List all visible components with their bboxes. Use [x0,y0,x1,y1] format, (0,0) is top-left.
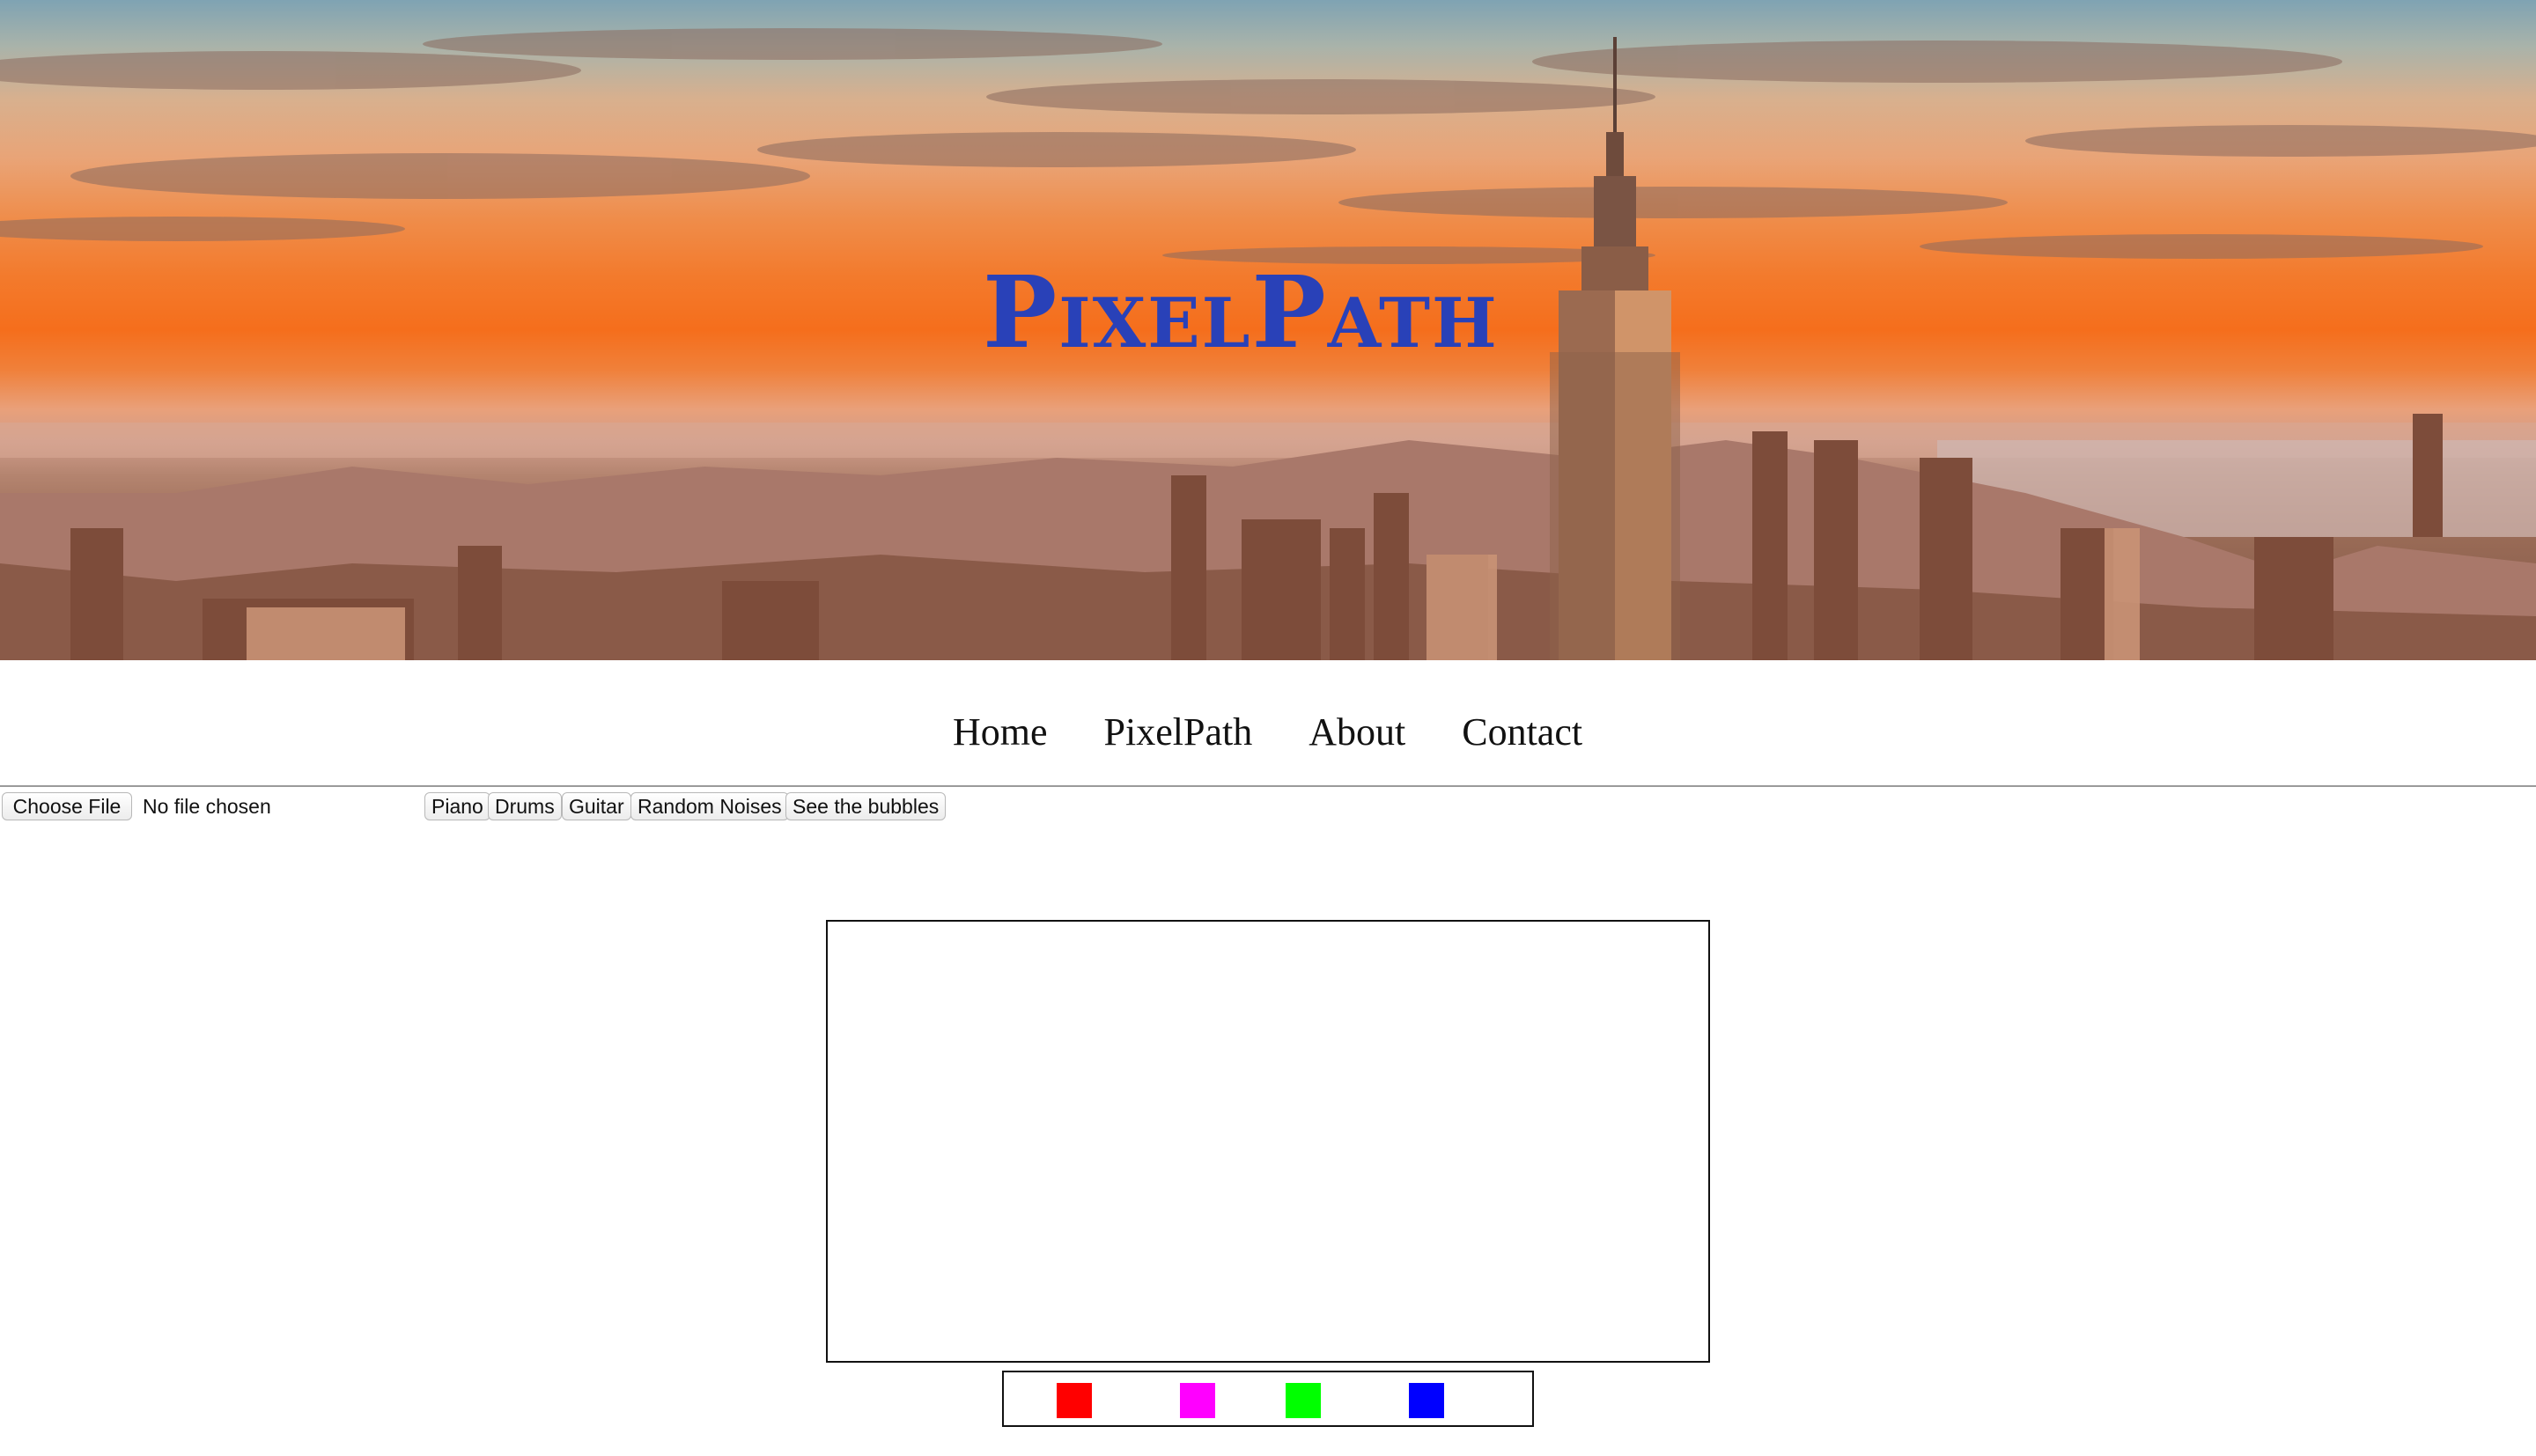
guitar-button[interactable]: Guitar [562,792,631,820]
nav-item-contact[interactable]: Contact [1462,713,1582,752]
file-status-text: No file chosen [143,795,271,818]
main-nav: Home PixelPath About Contact [0,660,2536,787]
page: PixelPath Home PixelPath About Contact C… [0,0,2536,1456]
clouds [0,28,2536,264]
drums-button[interactable]: Drums [488,792,562,820]
site-title: PixelPath [983,255,1499,371]
nav-item-about[interactable]: About [1309,713,1405,752]
color-swatch-green[interactable] [1286,1383,1321,1418]
piano-button[interactable]: Piano [424,792,490,820]
drawing-canvas[interactable] [826,920,1710,1363]
choose-file-button[interactable]: Choose File [2,792,132,820]
controls-bar: Choose File No file chosen Piano Drums G… [0,792,2536,827]
nav-item-home[interactable]: Home [953,713,1048,752]
nav-item-pixelpath[interactable]: PixelPath [1104,713,1253,752]
nav-list: Home PixelPath About Contact [953,713,1639,752]
random-noises-button[interactable]: Random Noises [630,792,789,820]
color-swatch-red[interactable] [1057,1383,1092,1418]
see-the-bubbles-button[interactable]: See the bubbles [785,792,947,820]
color-palette [1002,1371,1534,1427]
color-swatch-magenta[interactable] [1180,1383,1215,1418]
tower-landmark [1550,37,1680,660]
color-swatch-blue[interactable] [1409,1383,1444,1418]
hero-banner: PixelPath [0,0,2536,660]
